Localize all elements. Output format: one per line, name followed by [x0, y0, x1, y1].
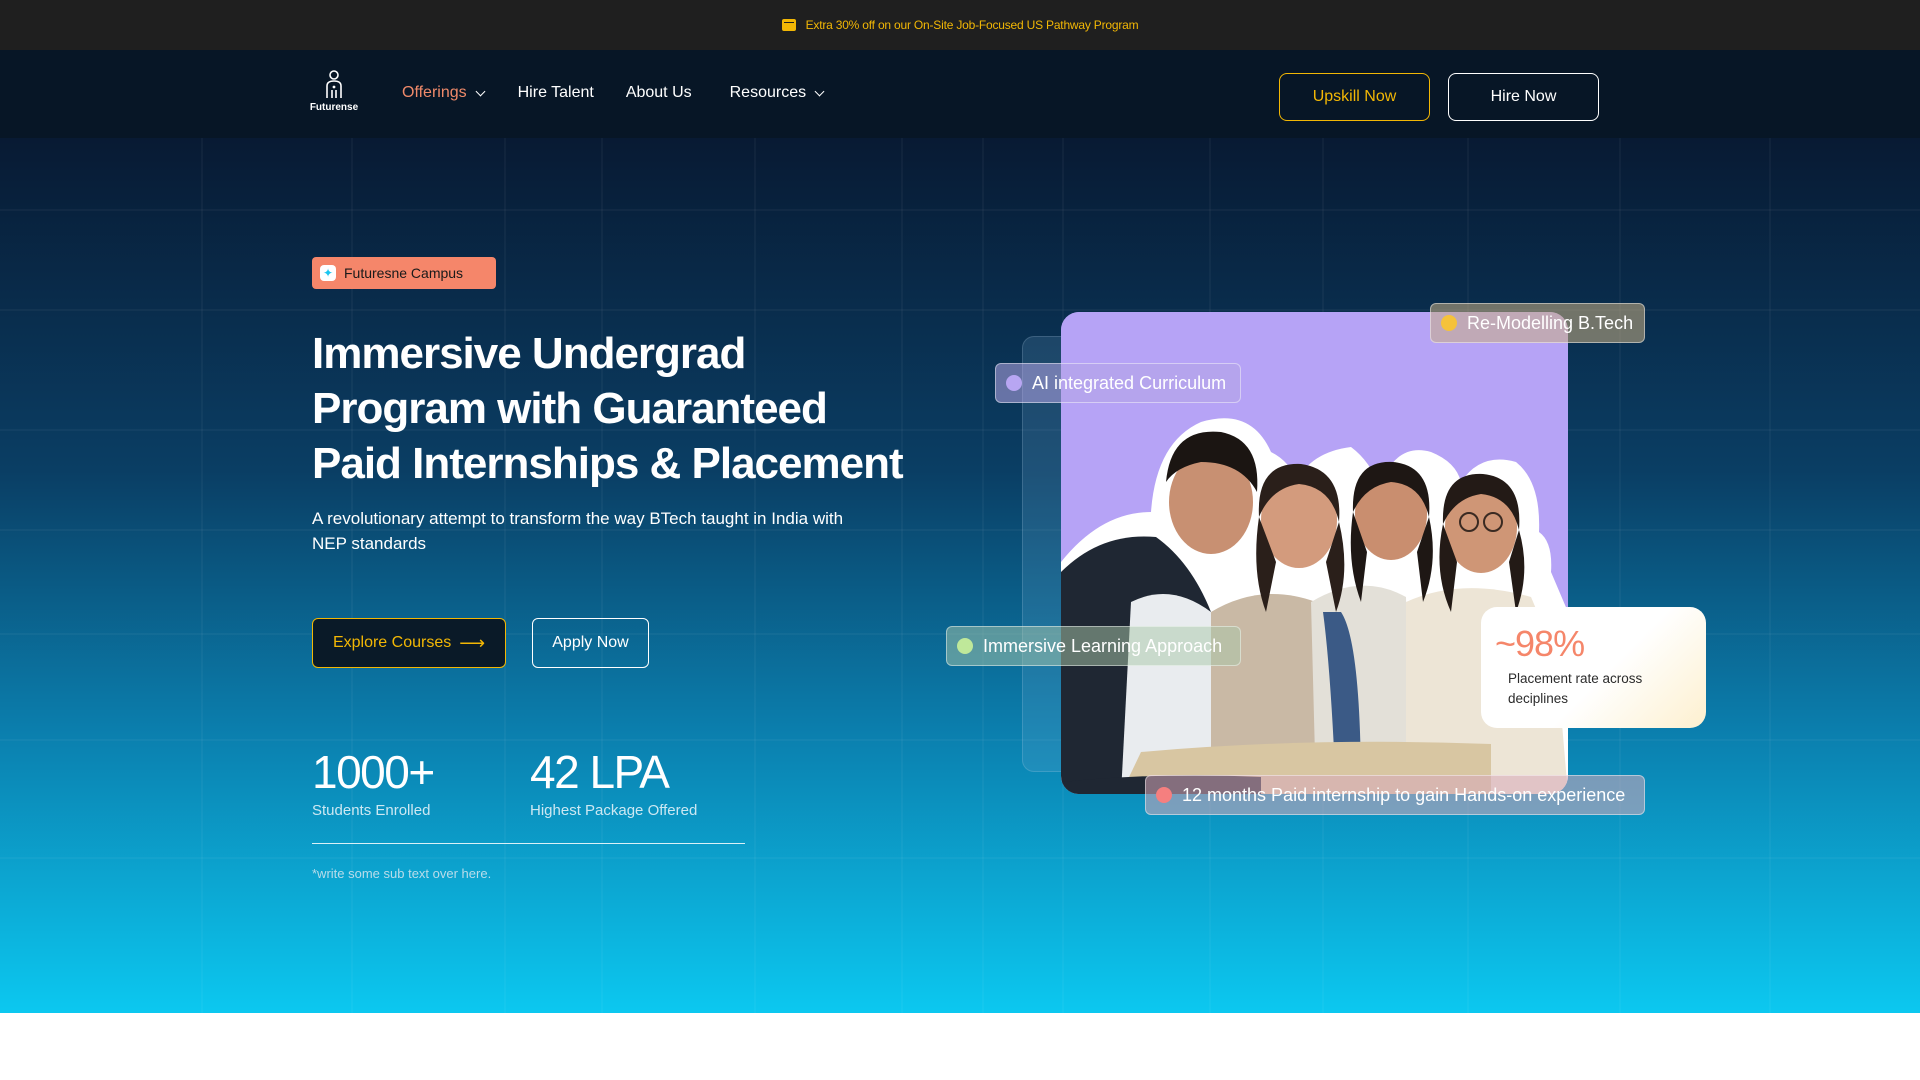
hero-footnote: *write some sub text over here. [312, 866, 492, 881]
explore-courses-button[interactable]: Explore Courses ⟶ [312, 618, 506, 668]
stat-label: Students Enrolled [312, 802, 431, 819]
explore-label: Explore Courses [332, 634, 452, 651]
stat-package: 42 LPA Highest Package Offered [530, 748, 697, 819]
logo-wordmark: Futurense [309, 102, 359, 113]
nav-item-hire-talent[interactable]: Hire Talent [518, 84, 594, 102]
chip-ai-curriculum: AI integrated Curriculum [995, 363, 1241, 403]
chip-label: AI integrated Curriculum [1032, 372, 1227, 393]
announcement-bar: Extra 30% off on our On-Site Job-Focused… [0, 0, 1920, 50]
nav-item-resources[interactable]: Resources [729, 84, 825, 102]
arrow-right-icon: ⟶ [459, 632, 486, 653]
nav-item-label: Hire Talent [517, 84, 594, 101]
placement-label: Placement rate across deciplines [1508, 671, 1643, 706]
nav-item-about-us[interactable]: About Us [626, 84, 692, 102]
chevron-down-icon [814, 86, 825, 96]
placement-value: ~98% [1495, 623, 1585, 664]
yellow-dot-icon [1441, 315, 1457, 331]
stat-students: 1000+ Students Enrolled [312, 746, 435, 819]
headline-line: Program with Guaranteed [312, 384, 828, 433]
red-dot-icon [1156, 787, 1172, 803]
hero-subtext: A revolutionary attempt to transform the… [312, 509, 844, 553]
announcement-text[interactable]: Extra 30% off on our On-Site Job-Focused… [806, 18, 1139, 32]
headline-line: Immersive Undergrad [312, 329, 746, 378]
futurense-logo[interactable]: Futurense [306, 70, 362, 118]
badge-label: Futuresne Campus [344, 265, 464, 281]
stat-value: 1000+ [312, 746, 435, 798]
stat-value: 42 LPA [530, 746, 670, 798]
chevron-down-icon [475, 86, 486, 96]
stats-divider [312, 843, 745, 844]
chip-label: Re-Modelling B.Tech [1467, 312, 1634, 333]
green-dot-icon [957, 638, 973, 654]
sparkle-icon: ✦ [320, 265, 336, 281]
headline-line: Paid Internships & Placement [312, 439, 904, 488]
purple-dot-icon [1006, 375, 1022, 391]
chip-paid-internship: 12 months Paid internship to gain Hands-… [1145, 775, 1645, 815]
chip-immersive-learning: Immersive Learning Approach [946, 626, 1241, 666]
upskill-now-button[interactable]: Upskill Now [1279, 73, 1430, 121]
chip-label: Immersive Learning Approach [983, 635, 1223, 656]
logo-mark-icon [326, 70, 342, 98]
top-navigation: Futurense Offerings Hire Talent About Us… [0, 50, 1920, 138]
placement-rate-card: ~98% Placement rate across deciplines [1481, 607, 1706, 728]
hero-headline: Immersive Undergrad Program with Guarant… [312, 326, 912, 491]
chip-label: 12 months Paid internship to gain Hands-… [1182, 784, 1626, 805]
gift-icon [781, 19, 796, 31]
apply-now-button[interactable]: Apply Now [532, 618, 649, 668]
nav-item-label: Offerings [402, 84, 467, 101]
campus-badge: ✦ Futuresne Campus [312, 257, 496, 289]
nav-links: Offerings Hire Talent About Us Resources [402, 84, 825, 102]
background-grid [0, 138, 1920, 1013]
nav-item-label: Resources [729, 84, 807, 101]
chip-remodelling-btech: Re-Modelling B.Tech [1430, 303, 1645, 343]
stat-label: Highest Package Offered [530, 802, 698, 819]
nav-item-label: About Us [625, 84, 692, 101]
hire-now-button[interactable]: Hire Now [1448, 73, 1599, 121]
nav-item-offerings[interactable]: Offerings [402, 84, 486, 102]
hero-section: ✦ Futuresne Campus Immersive Undergrad P… [0, 138, 1920, 1013]
